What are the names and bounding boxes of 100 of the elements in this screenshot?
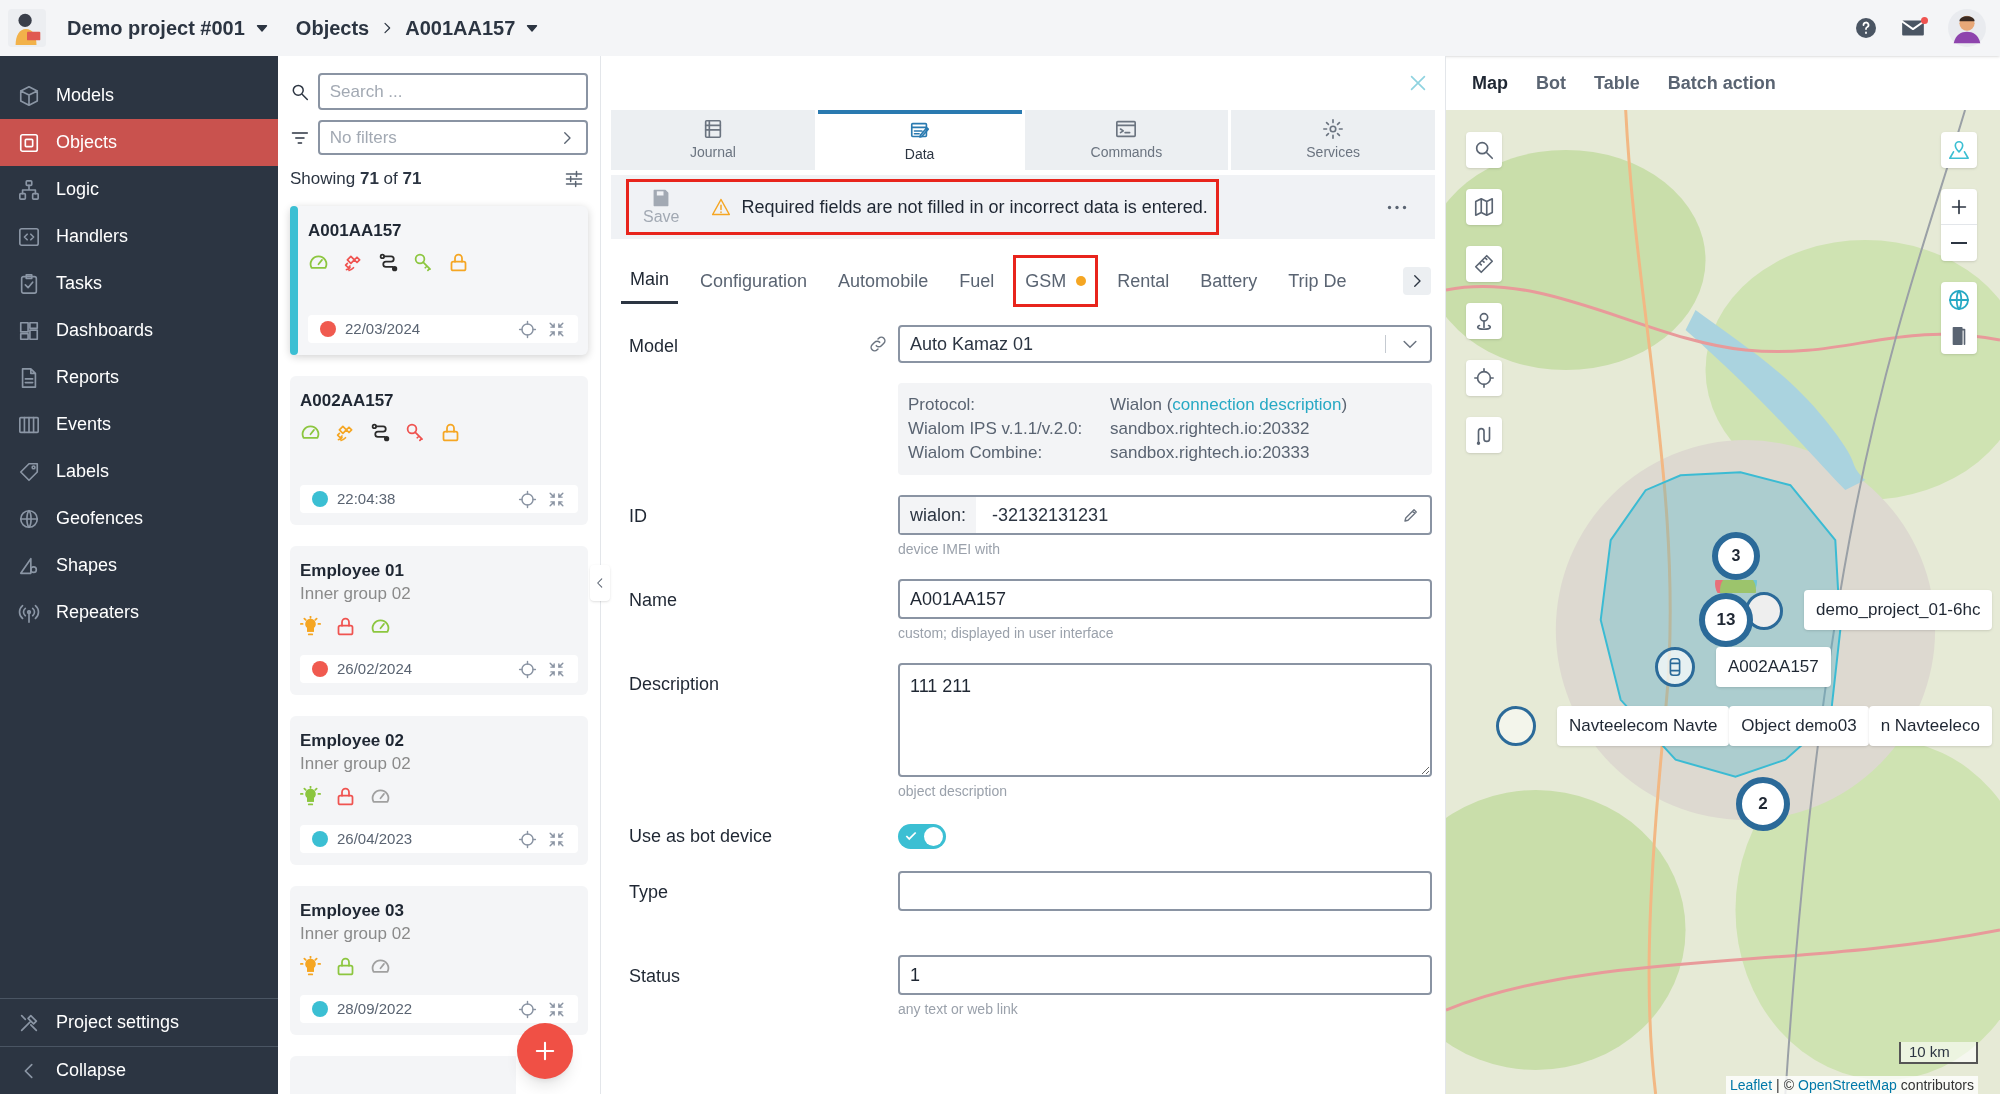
sidebar-item[interactable]: Geofences xyxy=(0,495,278,542)
panel-tab[interactable]: Journal xyxy=(611,110,815,170)
crosshair-icon[interactable] xyxy=(518,489,537,509)
text-field[interactable] xyxy=(898,871,1432,911)
project-name[interactable]: Demo project #001 xyxy=(67,13,245,43)
crosshair-icon[interactable] xyxy=(518,659,537,679)
id-prefix: wialon: xyxy=(900,497,977,533)
marker-label: demo_project_01-6hc xyxy=(1804,590,1993,630)
sidebar-item[interactable]: Events xyxy=(0,401,278,448)
map-tool-button[interactable] xyxy=(1466,360,1502,396)
breadcrumb-item[interactable]: A001AA157 xyxy=(405,13,516,43)
minus-icon xyxy=(1951,242,1967,244)
marker-label: A002AA157 xyxy=(1716,647,1831,687)
object-group: Inner group 02 xyxy=(300,752,588,776)
sidebar-item[interactable]: Logic xyxy=(0,166,278,213)
square-target-icon xyxy=(18,131,40,154)
field-label: Type xyxy=(629,881,670,904)
section-tab[interactable]: Rental xyxy=(1108,258,1179,304)
section-tab[interactable]: Battery xyxy=(1191,258,1267,304)
globe-icon xyxy=(18,507,40,530)
field-hint: object description xyxy=(898,782,1008,801)
section-tab[interactable]: Trip De xyxy=(1279,258,1356,304)
object-group: Inner group 02 xyxy=(300,582,588,606)
view-tab[interactable]: Map xyxy=(1472,69,1508,97)
text-field[interactable]: A001AA157 xyxy=(898,579,1432,619)
map-marker[interactable] xyxy=(1496,706,1536,746)
avatar-icon[interactable] xyxy=(1948,9,1986,47)
field-label: Model xyxy=(629,335,679,358)
view-tab[interactable]: Batch action xyxy=(1667,69,1776,97)
text-field[interactable]: 1 xyxy=(898,955,1432,995)
add-button[interactable] xyxy=(517,1023,573,1079)
object-group: Inner group 02 xyxy=(300,922,588,946)
id-field[interactable]: wialon: -32132131231 xyxy=(898,495,1432,535)
edit-icon[interactable] xyxy=(1402,506,1420,524)
section-tab[interactable]: Configuration xyxy=(691,258,817,304)
map-pin-icon xyxy=(1948,139,1970,161)
app-logo[interactable] xyxy=(8,9,46,47)
last-seen: 22/03/2024 xyxy=(345,318,421,339)
collapse-handle[interactable] xyxy=(590,565,610,601)
hierarchy-icon xyxy=(18,178,40,201)
object-title: A002AA157 xyxy=(300,390,395,412)
breadcrumb-item[interactable]: Objects xyxy=(295,13,370,43)
field-label: Status xyxy=(629,965,682,988)
sidebar-item[interactable]: Repeaters xyxy=(0,589,278,636)
crosshair-icon xyxy=(1473,367,1495,389)
toggle-switch[interactable] xyxy=(898,823,946,849)
cube-icon xyxy=(18,84,40,107)
info-label: Wialom Combine: xyxy=(908,442,1044,464)
search-field[interactable]: Search ... xyxy=(317,73,588,110)
sidebar-item[interactable]: Tasks xyxy=(0,260,278,307)
crosshair-icon[interactable] xyxy=(518,829,537,849)
leaflet-link[interactable]: Leaflet xyxy=(1730,1076,1773,1094)
object-title: A001AA157 xyxy=(308,220,403,242)
map-tool-button[interactable] xyxy=(1466,303,1502,339)
info-label: Wialom IPS v.1.1/v.2.0: xyxy=(908,418,1084,440)
source-link[interactable]: OpenStreetMap xyxy=(1798,1076,1897,1094)
marker-label: Navteelecom Navte xyxy=(1557,706,1730,746)
object-card[interactable]: Employee 03 Inner group 02 28/09/2022 xyxy=(290,886,588,1035)
sidebar-item[interactable]: Shapes xyxy=(0,542,278,589)
sidebar-item[interactable]: Models xyxy=(0,72,278,119)
map-tool-button[interactable] xyxy=(1466,132,1502,168)
description-field[interactable]: 111 211 xyxy=(898,663,1432,777)
help-icon[interactable] xyxy=(1854,16,1878,40)
object-card[interactable]: A002AA157 22:04:38 xyxy=(290,376,588,525)
tag-icon xyxy=(18,460,40,483)
map-tool-button[interactable] xyxy=(1466,417,1502,453)
panel-tab[interactable]: Commands xyxy=(1024,110,1229,170)
map-tool-button[interactable] xyxy=(1466,246,1502,282)
separator-text: | xyxy=(1776,1076,1780,1094)
view-tab[interactable]: Table xyxy=(1594,69,1640,97)
sidebar-item[interactable]: Reports xyxy=(0,354,278,401)
last-seen: 28/09/2022 xyxy=(337,998,413,1019)
section-tab[interactable]: Fuel xyxy=(950,258,1004,304)
crosshair-icon[interactable] xyxy=(518,319,537,339)
sidebar-item[interactable]: Objects xyxy=(0,119,278,166)
settings-icon[interactable] xyxy=(564,169,584,189)
view-tab[interactable]: Bot xyxy=(1536,69,1566,97)
object-title: Employee 02 xyxy=(300,730,405,752)
section-tab[interactable]: Main xyxy=(621,258,678,304)
model-select[interactable]: Auto Kamaz 01 xyxy=(898,325,1432,363)
next-tabs-button[interactable] xyxy=(1403,267,1431,295)
info-value: Wialon (connection description) xyxy=(1110,394,1349,416)
sidebar-item[interactable]: Dashboards xyxy=(0,307,278,354)
section-tab[interactable]: Automobile xyxy=(829,258,938,304)
ruler-icon xyxy=(1473,253,1495,275)
warning-message: Required fields are not filled in or incorrect data is entered. xyxy=(741,195,1208,219)
crosshair-icon[interactable] xyxy=(518,999,537,1019)
last-seen: 26/04/2023 xyxy=(337,828,413,849)
map-tool-button[interactable] xyxy=(1466,189,1502,225)
sidebar-item[interactable]: Labels xyxy=(0,448,278,495)
object-card[interactable]: Employee 02 Inner group 02 26/04/2023 xyxy=(290,716,588,865)
sidebar-item[interactable]: Handlers xyxy=(0,213,278,260)
panel-tab[interactable]: Services xyxy=(1231,110,1435,170)
copyright-text: © xyxy=(1783,1076,1794,1094)
link-icon[interactable] xyxy=(868,334,888,354)
object-card[interactable]: A001AA157 22/03/2024 xyxy=(290,206,588,355)
code-window-icon xyxy=(18,225,40,248)
dashboard-grid-icon xyxy=(18,319,40,342)
object-card[interactable]: Employee 01 Inner group 02 26/02/2024 xyxy=(290,546,588,695)
section-tab[interactable]: GSM xyxy=(1016,258,1096,304)
